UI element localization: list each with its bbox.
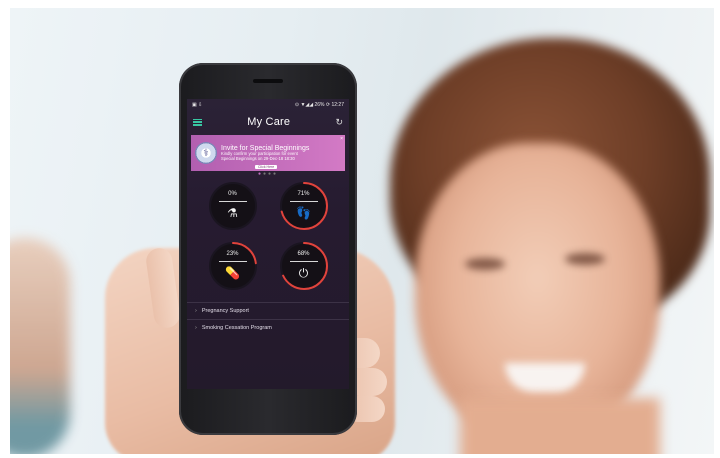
- chevron-right-icon: ›: [195, 325, 197, 331]
- refresh-icon[interactable]: ↻: [335, 117, 343, 128]
- test-tubes-icon: ⚗: [227, 206, 238, 220]
- smartphone: ▣ ⇩ ⊙ ▼◢◢ 26% ⟳ 12:27 My Care ↻ ⚕ Invite…: [179, 63, 357, 435]
- list-item-smoking-cessation[interactable]: › Smoking Cessation Program: [187, 319, 349, 336]
- close-icon[interactable]: ×: [340, 136, 343, 142]
- woman-left-eye: [465, 258, 505, 270]
- gauge-value: 68%: [297, 251, 310, 257]
- hamburger-menu-icon[interactable]: [193, 118, 202, 126]
- chevron-right-icon: ›: [195, 308, 197, 314]
- gauge-tests[interactable]: 0% ⚗: [207, 180, 259, 232]
- power-timer-icon: ⏻: [298, 266, 309, 280]
- footprints-icon: 👣: [296, 206, 311, 220]
- background-photo: ▣ ⇩ ⊙ ▼◢◢ 26% ⟳ 12:27 My Care ↻ ⚕ Invite…: [10, 8, 714, 454]
- phone-screen: ▣ ⇩ ⊙ ▼◢◢ 26% ⟳ 12:27 My Care ↻ ⚕ Invite…: [187, 99, 349, 389]
- banner-text: Invite for Special Beginnings Kindly con…: [221, 145, 309, 162]
- gauge-value: 23%: [226, 251, 239, 257]
- gauge-pills[interactable]: 23% 💊: [207, 240, 259, 292]
- gauge-divider: [289, 201, 318, 202]
- gauge-divider: [289, 261, 318, 262]
- stethoscope-icon: ⚕: [195, 142, 217, 164]
- pager-dots: ●●●●: [187, 171, 349, 178]
- status-bar: ▣ ⇩ ⊙ ▼◢◢ 26% ⟳ 12:27: [187, 99, 349, 111]
- pager-dot[interactable]: ●: [273, 171, 278, 177]
- banner-click-button[interactable]: Click Here: [255, 165, 278, 169]
- list-item-label: Smoking Cessation Program: [201, 325, 272, 331]
- pills-icon: 💊: [225, 266, 240, 280]
- woman-right-eye: [565, 253, 605, 265]
- phone-earpiece: [253, 79, 283, 83]
- app-header: My Care ↻: [187, 111, 349, 133]
- gauge-value: 0%: [228, 191, 237, 197]
- gauge-divider: [218, 201, 247, 202]
- woman-neck: [460, 398, 660, 454]
- gauge-value: 71%: [297, 191, 310, 197]
- gauge-timer[interactable]: 68% ⏻: [278, 240, 330, 292]
- blurred-person-left: [10, 238, 70, 454]
- status-right-info: ⊙ ▼◢◢ 26% ⟳ 12:27: [294, 102, 344, 108]
- status-left-icons: ▣ ⇩: [192, 102, 203, 108]
- gauge-divider: [218, 261, 247, 262]
- progress-gauges: 0% ⚗ 71% 👣 23% 💊 68% ⏻: [187, 178, 349, 292]
- gauge-steps[interactable]: 71% 👣: [278, 180, 330, 232]
- banner-body-line-2: Special Beginnings on 29-Dec-18 18:30: [221, 155, 295, 161]
- program-list: › Pregnancy Support › Smoking Cessation …: [187, 302, 349, 336]
- app-title: My Care: [247, 116, 291, 128]
- list-item-pregnancy-support[interactable]: › Pregnancy Support: [187, 302, 349, 319]
- list-item-label: Pregnancy Support: [201, 308, 249, 314]
- event-banner[interactable]: ⚕ Invite for Special Beginnings Kindly c…: [191, 135, 345, 171]
